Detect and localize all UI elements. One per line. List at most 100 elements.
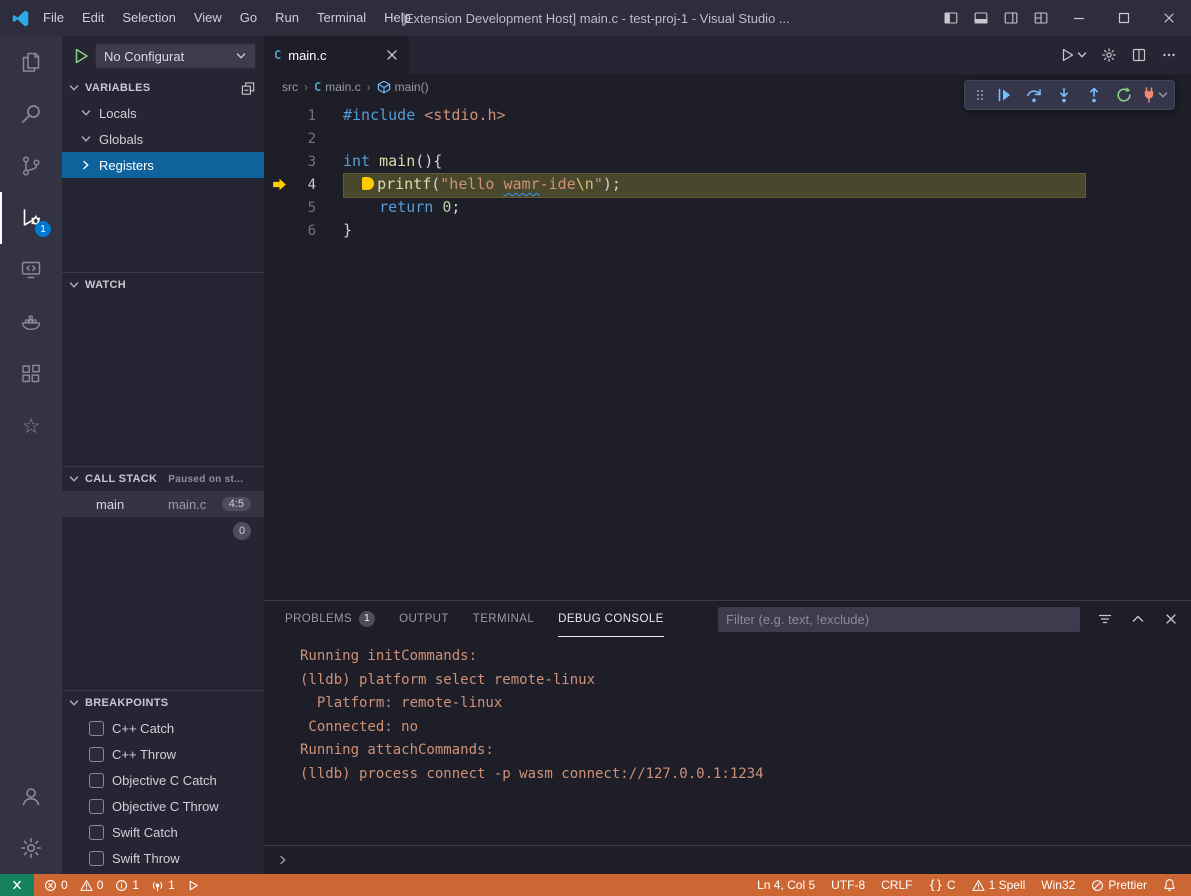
gutter[interactable]: 4 (264, 173, 343, 196)
drag-handle-icon[interactable] (971, 87, 988, 103)
breakpoint-checkbox[interactable] (89, 799, 104, 814)
maximize-button[interactable] (1101, 0, 1146, 36)
customize-layout-icon[interactable] (1026, 0, 1056, 36)
panel-tab-terminal[interactable]: TERMINAL (473, 601, 534, 637)
debug-console-prompt[interactable] (264, 845, 1191, 874)
step-into-button[interactable] (1049, 81, 1079, 109)
toggle-sidebar-icon[interactable] (936, 0, 966, 36)
code-line-5[interactable]: 5 return 0; (264, 196, 1191, 219)
breadcrumb-item-2[interactable]: Cmain.c (314, 80, 361, 94)
breakpoint-row[interactable]: Swift Catch (62, 819, 264, 845)
panel-tab-debug-console[interactable]: DEBUG CONSOLE (558, 601, 664, 637)
disconnect-button[interactable] (1139, 81, 1169, 109)
menu-run[interactable]: Run (266, 0, 308, 36)
close-button[interactable] (1146, 0, 1191, 36)
gutter[interactable]: 3 (264, 150, 343, 173)
status-info[interactable]: 1 (109, 874, 145, 896)
activity-docker[interactable] (0, 296, 62, 348)
menu-selection[interactable]: Selection (113, 0, 184, 36)
activity-star[interactable]: ☆ (0, 400, 62, 452)
gutter[interactable]: 5 (264, 196, 343, 219)
step-out-button[interactable] (1079, 81, 1109, 109)
breakpoint-row[interactable]: Swift Throw (62, 845, 264, 871)
status-bell[interactable] (1155, 874, 1185, 896)
activity-source-control[interactable] (0, 140, 62, 192)
maximize-panel-icon[interactable] (1130, 611, 1146, 627)
status-debug-play[interactable] (181, 874, 206, 896)
breakpoint-checkbox[interactable] (89, 851, 104, 866)
breakpoint-checkbox[interactable] (89, 773, 104, 788)
toggle-secondary-sidebar-icon[interactable] (996, 0, 1026, 36)
gutter[interactable]: 6 (264, 219, 343, 242)
menu-edit[interactable]: Edit (73, 0, 113, 36)
breakpoint-checkbox[interactable] (89, 825, 104, 840)
activity-extensions[interactable] (0, 348, 62, 400)
close-tab-icon[interactable] (385, 48, 399, 62)
breakpoint-row[interactable]: Objective C Throw (62, 793, 264, 819)
breakpoint-row[interactable]: C++ Catch (62, 715, 264, 741)
console-filter-input[interactable] (718, 607, 1080, 632)
status-error[interactable]: 0 (38, 874, 74, 896)
code-line-4[interactable]: 4 printf("hello wamr-ide\n"); (264, 173, 1191, 196)
status-utf-8[interactable]: UTF-8 (823, 874, 873, 896)
status-warning[interactable]: 0 (74, 874, 110, 896)
breadcrumb-item-1[interactable]: src (282, 80, 298, 94)
minimize-button[interactable] (1056, 0, 1101, 36)
filter-lines-icon[interactable] (1097, 611, 1113, 627)
call-stack-header[interactable]: CALL STACK Paused on st... (62, 467, 264, 491)
activity-accounts[interactable] (0, 770, 62, 822)
tab-main-c[interactable]: C main.c (264, 36, 410, 74)
breakpoint-checkbox[interactable] (89, 747, 104, 762)
run-icon[interactable] (1059, 47, 1087, 63)
menu-view[interactable]: View (185, 0, 231, 36)
variables-item-locals[interactable]: Locals (62, 100, 264, 126)
watch-header[interactable]: WATCH (62, 273, 264, 297)
panel-tab-problems[interactable]: PROBLEMS1 (285, 601, 375, 637)
gutter[interactable]: 1 (264, 104, 343, 127)
menu-file[interactable]: File (34, 0, 73, 36)
continue-button[interactable] (989, 81, 1019, 109)
status-ln-4-col-5[interactable]: Ln 4, Col 5 (749, 874, 823, 896)
code-line-2[interactable]: 2 (264, 127, 1191, 150)
variables-header[interactable]: VARIABLES (62, 76, 264, 100)
code-editor[interactable]: 1#include <stdio.h>23int main(){4 printf… (264, 99, 1191, 600)
code-line-3[interactable]: 3int main(){ (264, 150, 1191, 173)
status-c[interactable]: {}C (920, 874, 963, 896)
status-crlf[interactable]: CRLF (873, 874, 920, 896)
breakpoint-checkbox[interactable] (89, 721, 104, 736)
menu-terminal[interactable]: Terminal (308, 0, 375, 36)
activity-settings[interactable] (0, 822, 62, 874)
breakpoint-row[interactable]: C++ Throw (62, 741, 264, 767)
breakpoints-header[interactable]: BREAKPOINTS (62, 691, 264, 715)
status-1-spell[interactable]: 1 Spell (964, 874, 1034, 896)
start-debug-button[interactable] (74, 48, 89, 64)
gutter[interactable]: 2 (264, 127, 343, 150)
split-editor-icon[interactable] (1131, 47, 1147, 63)
variables-item-globals[interactable]: Globals (62, 126, 264, 152)
code-line-6[interactable]: 6} (264, 219, 1191, 242)
gear-icon[interactable] (1101, 47, 1117, 63)
stack-frame-row[interactable]: mainmain.c4:5 (62, 491, 264, 517)
debug-console-output[interactable]: Running initCommands:(lldb) platform sel… (264, 637, 1191, 845)
step-over-button[interactable] (1019, 81, 1049, 109)
status-win32[interactable]: Win32 (1033, 874, 1083, 896)
variables-item-registers[interactable]: Registers (62, 152, 264, 178)
status-broadcast[interactable]: 1 (145, 874, 181, 896)
close-panel-icon[interactable] (1163, 611, 1179, 627)
activity-run-and-debug[interactable]: 1 (0, 192, 62, 244)
breakpoint-row[interactable]: Objective C Catch (62, 767, 264, 793)
status-prettier[interactable]: Prettier (1083, 874, 1155, 896)
activity-search[interactable] (0, 88, 62, 140)
launch-config-dropdown[interactable]: No Configurat (95, 43, 256, 69)
activity-remote-explorer[interactable] (0, 244, 62, 296)
menu-go[interactable]: Go (231, 0, 266, 36)
inline-breakpoint-marker[interactable] (362, 177, 374, 190)
breadcrumb-item-3[interactable]: main() (377, 80, 429, 94)
panel-tab-output[interactable]: OUTPUT (399, 601, 449, 637)
collapse-all-icon[interactable] (240, 81, 256, 96)
remote-indicator[interactable] (0, 874, 34, 896)
toggle-panel-icon[interactable] (966, 0, 996, 36)
restart-button[interactable] (1109, 81, 1139, 109)
activity-explorer[interactable] (0, 36, 62, 88)
more-actions-icon[interactable] (1161, 47, 1177, 63)
